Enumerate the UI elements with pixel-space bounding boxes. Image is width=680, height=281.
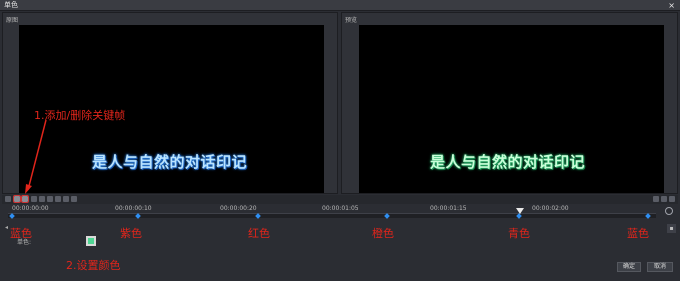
keyframe-first-icon[interactable] bbox=[55, 196, 61, 202]
tick-label: 00:00:02:00 bbox=[532, 205, 569, 212]
tick-label: 00:00:00:10 bbox=[115, 205, 152, 212]
annotation-color-red: 红色 bbox=[248, 227, 270, 240]
preview-video-text: 是人与自然的对话印记 bbox=[430, 153, 586, 171]
keyframe-track[interactable] bbox=[8, 213, 656, 218]
title-bar: 单色 × bbox=[0, 0, 680, 11]
settings-icon[interactable] bbox=[669, 196, 675, 202]
annotation-color-blue-end: 蓝色 bbox=[627, 227, 649, 240]
keyframe-toolbar: |◀◀ ◀◀ ▶ ▶▶ ▶▶| ⟲ bbox=[2, 195, 678, 212]
playback-controls: |◀◀ ◀◀ ▶ ▶▶ ▶▶| ⟲ bbox=[324, 195, 418, 212]
color-swatch[interactable] bbox=[86, 236, 96, 246]
tick-label: 00:00:01:05 bbox=[322, 205, 359, 212]
annotation-color-orange: 橙色 bbox=[372, 227, 394, 240]
close-icon[interactable]: × bbox=[668, 0, 675, 11]
cancel-button[interactable]: 取消 bbox=[647, 262, 673, 272]
add-keyframe-icon[interactable] bbox=[13, 195, 21, 203]
tick-label: 00:00:00:20 bbox=[220, 205, 257, 212]
window-title: 单色 bbox=[4, 1, 18, 9]
ok-button[interactable]: 确定 bbox=[617, 262, 641, 272]
annotation-arrow bbox=[25, 119, 47, 194]
tick-label: 00:00:00:00 bbox=[12, 205, 49, 212]
keyframe-prev-icon[interactable] bbox=[5, 196, 11, 202]
original-video-text: 是人与自然的对话印记 bbox=[92, 153, 248, 171]
zoom-in-icon[interactable] bbox=[665, 207, 673, 215]
tick-label: 00:00:01:15 bbox=[430, 205, 467, 212]
panel-option-icon[interactable]: ▪ bbox=[667, 224, 676, 233]
color-property-label: 单色: bbox=[17, 239, 32, 246]
original-label: 原图 bbox=[6, 17, 19, 24]
annotation-color-purple: 紫色 bbox=[120, 227, 142, 240]
view-mode-icon[interactable] bbox=[653, 196, 659, 202]
keyframe-option-icon[interactable] bbox=[71, 196, 77, 202]
preview-label: 预览 bbox=[345, 17, 358, 24]
playhead-marker[interactable] bbox=[516, 208, 524, 214]
collapse-arrow-icon[interactable]: ◂ bbox=[5, 224, 8, 231]
annotation-set-color: 2.设置颜色 bbox=[66, 259, 121, 272]
annotation-color-cyan: 青色 bbox=[508, 227, 530, 240]
keyframe-last-icon[interactable] bbox=[63, 196, 69, 202]
fit-view-icon[interactable] bbox=[661, 196, 667, 202]
